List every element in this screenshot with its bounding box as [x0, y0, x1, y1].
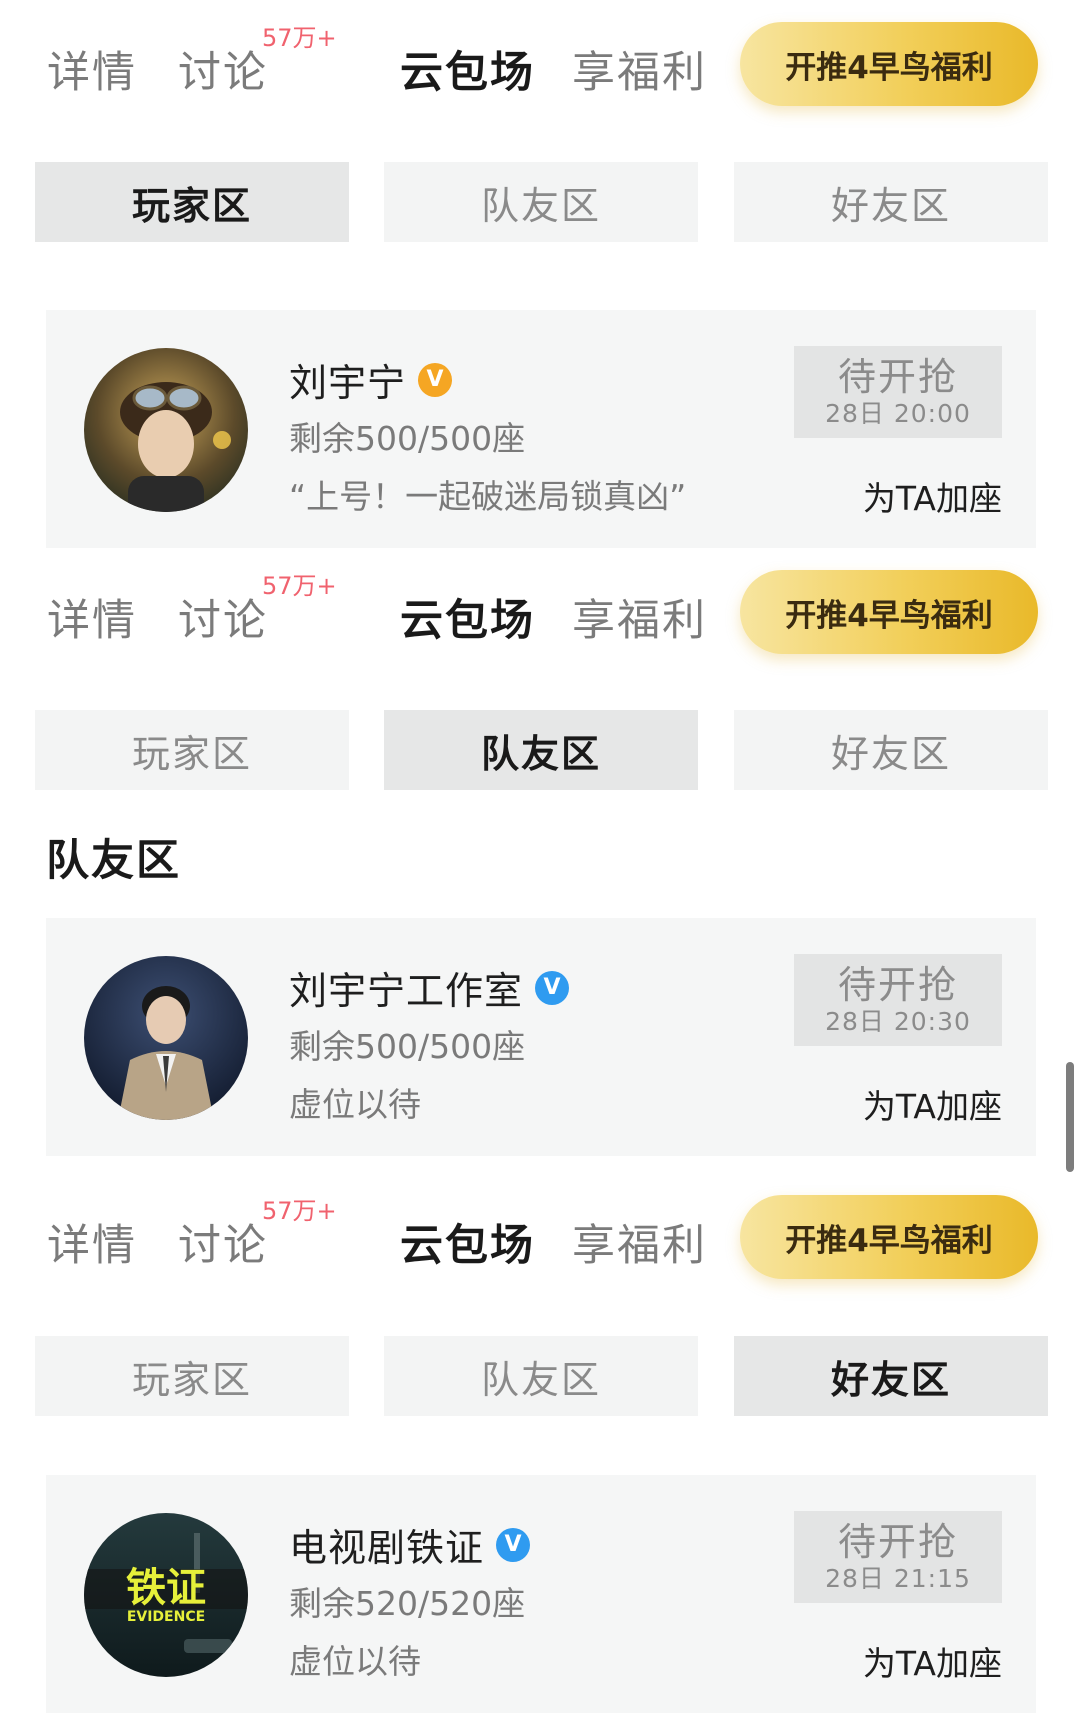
zone-tabs: 玩家区 队友区 好友区 — [0, 710, 1080, 792]
section-title: 队友区 — [46, 836, 181, 886]
tab-details[interactable]: 详情 — [47, 38, 137, 100]
verified-icon: V — [418, 362, 453, 397]
name-row: 电视剧铁证 V — [289, 1517, 531, 1572]
poster-title: 铁证 — [126, 1565, 206, 1611]
panel-friend-zone: 详情 讨论 57万+ 云包场 享福利 开推4早鸟福利 玩家区 队友区 好友区 铁… — [0, 1173, 1080, 1733]
tab-benefits[interactable]: 享福利 — [572, 586, 707, 648]
status-label: 待开抢 — [837, 355, 958, 399]
status-badge: 待开抢 28日 20:00 — [794, 346, 1002, 438]
add-seat-button[interactable]: 为TA加座 — [863, 1637, 1002, 1685]
zone-tabs: 玩家区 队友区 好友区 — [0, 162, 1080, 244]
verified-icon: V — [496, 1527, 531, 1562]
avatar: 铁证 EVIDENCE — [84, 1513, 248, 1677]
status-label: 待开抢 — [837, 1520, 958, 1564]
verified-icon: V — [535, 970, 570, 1005]
status-time: 28日 21:15 — [825, 1564, 971, 1593]
tab-benefits[interactable]: 享福利 — [572, 1211, 707, 1273]
zone-tab-friend[interactable]: 好友区 — [734, 710, 1048, 790]
name-row: 刘宇宁工作室 V — [289, 960, 570, 1015]
discuss-count-badge: 57万+ — [262, 1197, 337, 1225]
zone-tab-teammate[interactable]: 队友区 — [384, 1336, 698, 1416]
early-bird-promo-button[interactable]: 开推4早鸟福利 — [740, 570, 1038, 654]
booking-card: 刘宇宁工作室 V 剩余500/500座 虚位以待 待开抢 28日 20:30 为… — [46, 918, 1036, 1156]
status-time: 28日 20:30 — [825, 1007, 971, 1036]
status-time: 28日 20:00 — [825, 399, 971, 428]
slogan: 虚位以待 — [289, 1642, 421, 1681]
tab-details[interactable]: 详情 — [47, 586, 137, 648]
avatar-studio-portrait-icon — [84, 956, 248, 1120]
status-badge: 待开抢 28日 21:15 — [794, 1511, 1002, 1603]
avatar-character-portrait-icon — [84, 348, 248, 512]
booking-card: 刘宇宁 V 剩余500/500座 “上号！一起破迷局锁真凶” 待开抢 28日 2… — [46, 310, 1036, 548]
seat-count: 剩余520/520座 — [289, 1584, 526, 1623]
zone-tab-friend[interactable]: 好友区 — [734, 162, 1048, 242]
tab-cloud-booking[interactable]: 云包场 — [400, 586, 535, 648]
seat-count: 剩余500/500座 — [289, 419, 526, 458]
top-nav: 详情 讨论 57万+ 云包场 享福利 开推4早鸟福利 — [0, 1173, 1080, 1303]
tab-discuss[interactable]: 讨论 — [178, 586, 268, 648]
discuss-count-badge: 57万+ — [262, 24, 337, 52]
panel-player-zone: 详情 讨论 57万+ 云包场 享福利 开推4早鸟福利 玩家区 队友区 好友区 刘… — [0, 0, 1080, 548]
zone-tab-teammate[interactable]: 队友区 — [384, 162, 698, 242]
top-nav: 详情 讨论 57万+ 云包场 享福利 开推4早鸟福利 — [0, 548, 1080, 678]
early-bird-promo-button[interactable]: 开推4早鸟福利 — [740, 1195, 1038, 1279]
tab-benefits[interactable]: 享福利 — [572, 38, 707, 100]
account-name: 刘宇宁 — [289, 361, 407, 405]
status-badge: 待开抢 28日 20:30 — [794, 954, 1002, 1046]
add-seat-button[interactable]: 为TA加座 — [863, 1080, 1002, 1128]
zone-tab-friend[interactable]: 好友区 — [734, 1336, 1048, 1416]
zone-tab-teammate[interactable]: 队友区 — [384, 710, 698, 790]
tab-discuss[interactable]: 讨论 — [178, 1211, 268, 1273]
panel-teammate-zone: 详情 讨论 57万+ 云包场 享福利 开推4早鸟福利 玩家区 队友区 好友区 队… — [0, 548, 1080, 1168]
tab-cloud-booking[interactable]: 云包场 — [400, 38, 535, 100]
avatar-drama-poster-icon: 铁证 EVIDENCE — [84, 1513, 248, 1677]
scrollbar[interactable] — [1066, 1062, 1074, 1172]
zone-tabs: 玩家区 队友区 好友区 — [0, 1336, 1080, 1418]
discuss-count-badge: 57万+ — [262, 572, 337, 600]
avatar — [84, 348, 248, 512]
early-bird-promo-button[interactable]: 开推4早鸟福利 — [740, 22, 1038, 106]
status-label: 待开抢 — [837, 963, 958, 1007]
tab-details[interactable]: 详情 — [47, 1211, 137, 1273]
tab-discuss[interactable]: 讨论 — [178, 38, 268, 100]
zone-tab-player[interactable]: 玩家区 — [35, 162, 349, 242]
account-name: 刘宇宁工作室 — [289, 969, 524, 1013]
avatar — [84, 956, 248, 1120]
account-name: 电视剧铁证 — [289, 1526, 485, 1570]
seat-count: 剩余500/500座 — [289, 1027, 526, 1066]
zone-tab-player[interactable]: 玩家区 — [35, 1336, 349, 1416]
slogan: “上号！一起破迷局锁真凶” — [289, 477, 687, 516]
slogan: 虚位以待 — [289, 1085, 421, 1124]
name-row: 刘宇宁 V — [289, 352, 453, 407]
poster-subtitle: EVIDENCE — [127, 1609, 205, 1625]
add-seat-button[interactable]: 为TA加座 — [863, 472, 1002, 520]
top-nav: 详情 讨论 57万+ 云包场 享福利 开推4早鸟福利 — [0, 0, 1080, 130]
booking-card: 铁证 EVIDENCE 电视剧铁证 V 剩余520/520座 虚位以待 待开抢 … — [46, 1475, 1036, 1713]
tab-cloud-booking[interactable]: 云包场 — [400, 1211, 535, 1273]
zone-tab-player[interactable]: 玩家区 — [35, 710, 349, 790]
